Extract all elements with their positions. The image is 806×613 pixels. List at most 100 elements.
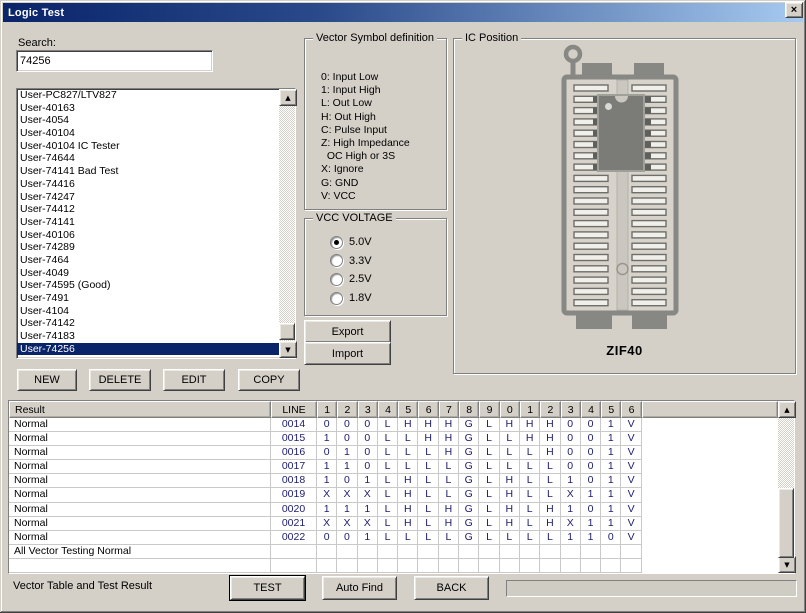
- table-row[interactable]: Normal0021XXXLHLHGLHLHX11V: [9, 517, 778, 531]
- table-row[interactable]: Normal0016010LLLHGLLLH001V: [9, 446, 778, 460]
- table-row[interactable]: [9, 559, 778, 573]
- header-pin[interactable]: 4: [581, 401, 601, 418]
- table-row[interactable]: Normal0018101LHLLGLHLL101V: [9, 474, 778, 488]
- pin-cell: [621, 545, 641, 559]
- radio-icon[interactable]: [330, 292, 343, 305]
- pin-cell: V: [621, 488, 641, 502]
- header-pin[interactable]: 2: [540, 401, 560, 418]
- vcc-option-label: 1.8V: [349, 292, 372, 304]
- device-scrollbar-track[interactable]: [279, 106, 295, 341]
- device-list[interactable]: User-PC827/LTV827User-40163User-4054User…: [16, 88, 296, 359]
- table-scrollbar[interactable]: ▲ ▼: [778, 401, 794, 573]
- pin-cell: 1: [581, 517, 601, 531]
- list-item[interactable]: User-PC827/LTV827: [17, 89, 279, 102]
- header-pin[interactable]: 3: [561, 401, 581, 418]
- vcc-option[interactable]: 2.5V: [330, 270, 372, 289]
- pin-cell: H: [540, 517, 560, 531]
- result-cell: Normal: [9, 488, 271, 502]
- header-pin[interactable]: 6: [418, 401, 438, 418]
- import-button[interactable]: Import: [304, 342, 391, 365]
- scroll-up-button[interactable]: ▲: [279, 89, 297, 106]
- delete-button[interactable]: DELETE: [89, 369, 151, 391]
- table-row[interactable]: All Vector Testing Normal: [9, 545, 778, 559]
- list-item[interactable]: User-4049: [17, 267, 279, 280]
- table-row[interactable]: Normal0014000LHHHGLHHH001V: [9, 418, 778, 432]
- header-pin[interactable]: 5: [398, 401, 418, 418]
- search-input[interactable]: [16, 50, 213, 72]
- list-item[interactable]: User-40106: [17, 229, 279, 242]
- list-item[interactable]: User-74142: [17, 317, 279, 330]
- list-item[interactable]: User-74183: [17, 330, 279, 343]
- table-scrollbar-thumb[interactable]: [778, 488, 794, 558]
- header-pin[interactable]: 6: [621, 401, 641, 418]
- list-item[interactable]: User-74595 (Good): [17, 279, 279, 292]
- result-cell: Normal: [9, 531, 271, 545]
- pin-cell: 1: [317, 474, 337, 488]
- table-row[interactable]: Normal0017110LLLLGLLLL001V: [9, 460, 778, 474]
- list-item[interactable]: User-74247: [17, 191, 279, 204]
- copy-button[interactable]: COPY: [238, 369, 300, 391]
- list-item[interactable]: User-40104 IC Tester: [17, 140, 279, 153]
- list-item[interactable]: User-40104: [17, 127, 279, 140]
- pin1-dot-icon: [605, 103, 612, 110]
- header-pin[interactable]: 2: [337, 401, 357, 418]
- list-item[interactable]: User-4104: [17, 305, 279, 318]
- close-button[interactable]: ×: [785, 2, 803, 18]
- header-pin[interactable]: 1: [317, 401, 337, 418]
- result-cell: Normal: [9, 446, 271, 460]
- header-pin[interactable]: 1: [520, 401, 540, 418]
- header-pin[interactable]: 8: [459, 401, 479, 418]
- radio-icon[interactable]: [330, 254, 343, 267]
- list-item[interactable]: User-74289: [17, 241, 279, 254]
- search-label: Search:: [18, 37, 56, 49]
- header-result[interactable]: Result: [9, 401, 271, 418]
- header-line[interactable]: LINE: [271, 401, 317, 418]
- title-bar[interactable]: Logic Test: [3, 3, 803, 22]
- auto-find-button[interactable]: Auto Find: [322, 576, 397, 600]
- pin-cell: L: [479, 432, 499, 446]
- test-button[interactable]: TEST: [230, 576, 305, 600]
- header-pin[interactable]: 7: [439, 401, 459, 418]
- list-item[interactable]: User-74412: [17, 203, 279, 216]
- device-list-scrollbar[interactable]: ▲ ▼: [279, 89, 295, 358]
- list-item[interactable]: User-4054: [17, 114, 279, 127]
- pin-cell: 1: [337, 460, 357, 474]
- list-item[interactable]: User-74141: [17, 216, 279, 229]
- header-pin[interactable]: 3: [358, 401, 378, 418]
- list-item[interactable]: User-7491: [17, 292, 279, 305]
- vcc-option[interactable]: 1.8V: [330, 289, 372, 308]
- new-button[interactable]: NEW: [17, 369, 77, 391]
- pin-cell: L: [378, 531, 398, 545]
- table-row[interactable]: Normal0020111LHLHGLHLH101V: [9, 503, 778, 517]
- device-scrollbar-thumb[interactable]: [279, 323, 295, 340]
- table-scroll-down-button[interactable]: ▼: [778, 556, 796, 573]
- edit-button[interactable]: EDIT: [163, 369, 225, 391]
- header-pin[interactable]: 0: [500, 401, 520, 418]
- header-pin[interactable]: 5: [601, 401, 621, 418]
- result-cell: Normal: [9, 418, 271, 432]
- table-row[interactable]: Normal0022001LLLLGLLLL110V: [9, 531, 778, 545]
- list-item[interactable]: User-74416: [17, 178, 279, 191]
- export-button[interactable]: Export: [304, 320, 391, 343]
- vcc-option[interactable]: 3.3V: [330, 252, 372, 271]
- vector-table[interactable]: Result LINE 1234567890123456 Normal00140…: [8, 400, 795, 574]
- list-item[interactable]: User-74141 Bad Test: [17, 165, 279, 178]
- vcc-option[interactable]: 5.0V: [330, 233, 372, 252]
- list-item[interactable]: User-74644: [17, 152, 279, 165]
- pin-cell: 1: [601, 460, 621, 474]
- radio-icon[interactable]: [330, 236, 343, 249]
- table-row[interactable]: Normal0019XXXLHLLGLHLLX11V: [9, 488, 778, 502]
- scroll-down-button[interactable]: ▼: [279, 341, 297, 358]
- table-scroll-up-button[interactable]: ▲: [778, 401, 796, 418]
- back-button[interactable]: BACK: [414, 576, 489, 600]
- list-item[interactable]: User-7464: [17, 254, 279, 267]
- list-item[interactable]: User-74256: [17, 343, 279, 356]
- radio-icon[interactable]: [330, 273, 343, 286]
- pin-cell: 0: [561, 418, 581, 432]
- header-pin[interactable]: 9: [479, 401, 499, 418]
- table-row[interactable]: Normal0015100LLHHGLLHH001V: [9, 432, 778, 446]
- pin-cell: 1: [337, 503, 357, 517]
- list-item[interactable]: User-40163: [17, 102, 279, 115]
- header-pin[interactable]: 4: [378, 401, 398, 418]
- table-scrollbar-track[interactable]: [778, 418, 794, 556]
